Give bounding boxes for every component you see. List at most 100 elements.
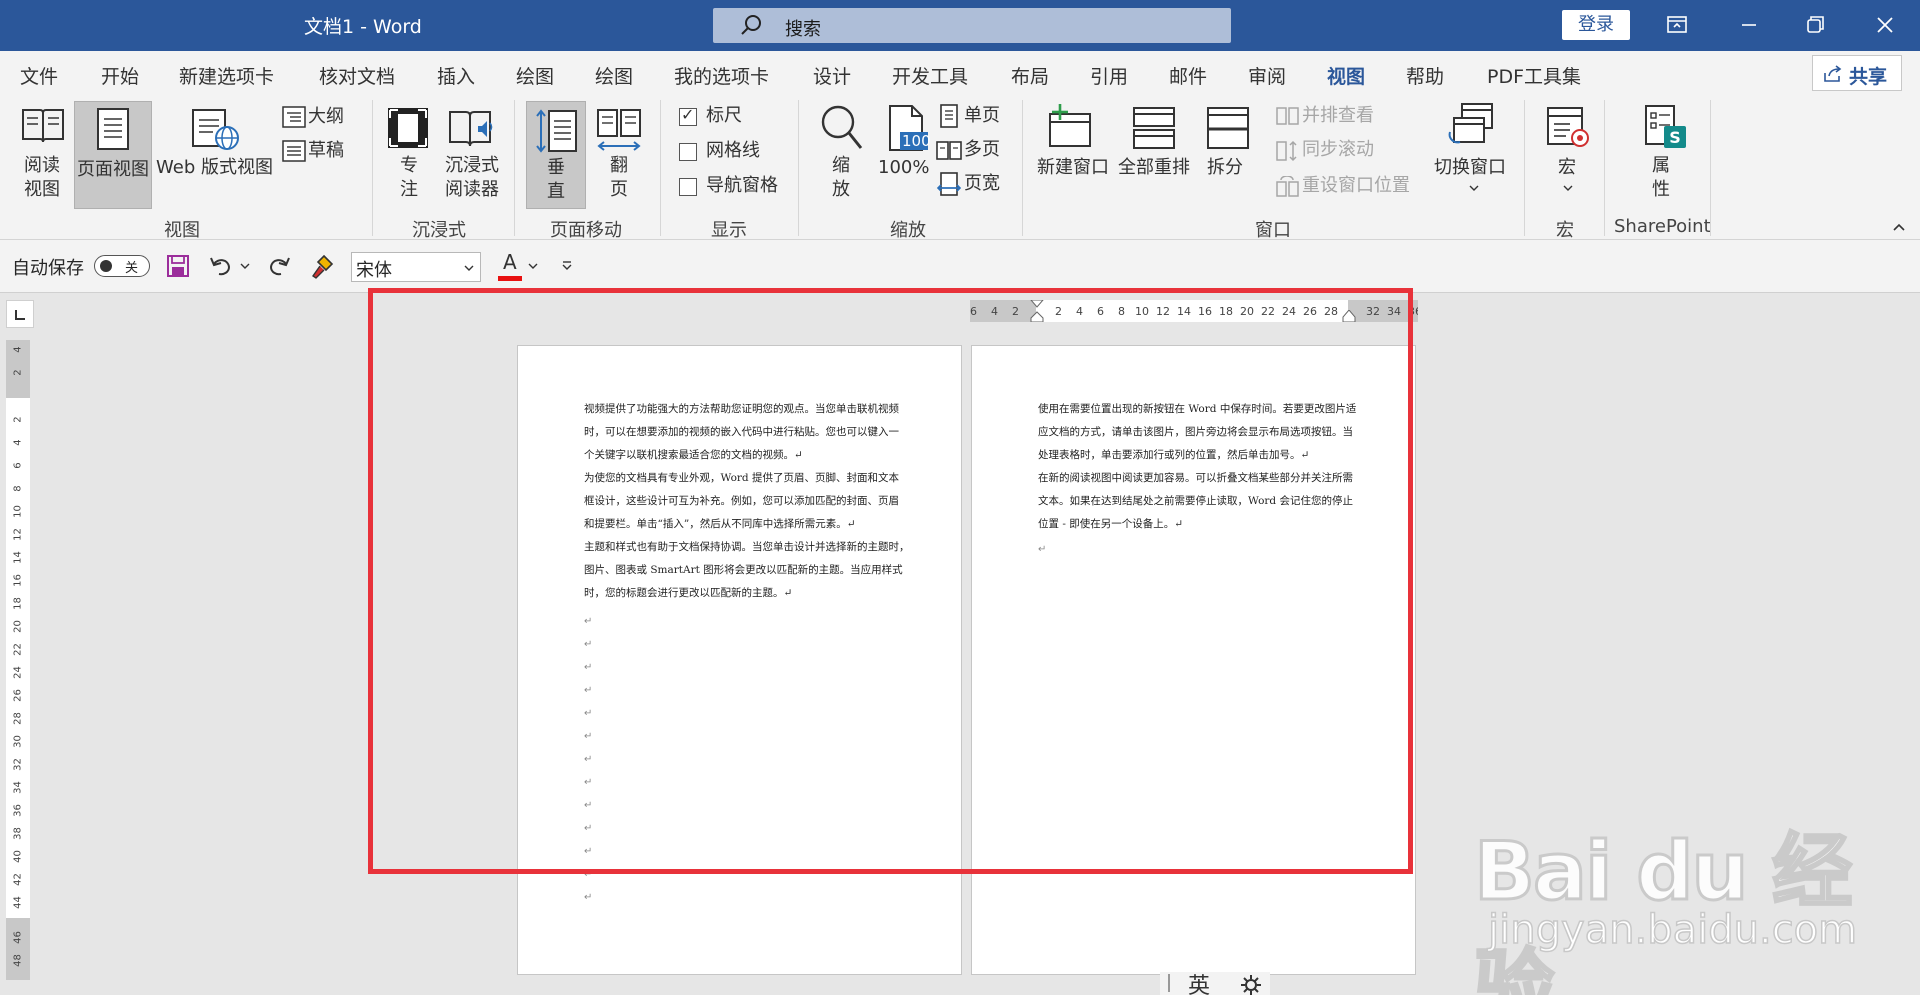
chevron-down-icon xyxy=(464,265,474,271)
reset-window-position-icon xyxy=(1276,176,1299,197)
ime-grip xyxy=(1168,974,1170,992)
arrange-all-icon xyxy=(1133,107,1175,149)
tab-file[interactable]: 文件 xyxy=(20,62,58,89)
group-label-zoom: 缩放 xyxy=(890,220,926,241)
ruler-tick: 18 xyxy=(12,597,24,610)
arrange-all-label: 全部重排 xyxy=(1118,157,1190,178)
tab-view[interactable]: 视图 xyxy=(1327,62,1366,98)
draft-label: 草稿 xyxy=(308,140,344,161)
vertical-scroll-icon xyxy=(536,109,577,153)
toggle-knob xyxy=(100,260,112,272)
ruler-tick: 42 xyxy=(12,873,24,886)
share-icon xyxy=(1824,65,1842,82)
undo-icon[interactable] xyxy=(208,254,234,278)
print-layout-label: 页面视图 xyxy=(77,159,149,180)
ruler-tick: 14 xyxy=(12,551,24,564)
tab-my-tab[interactable]: 我的选项卡 xyxy=(674,62,769,89)
ruler-tick: 48 xyxy=(12,954,24,967)
macros-icon xyxy=(1547,107,1589,147)
chevron-down-icon xyxy=(1563,185,1573,191)
tab-layout[interactable]: 布局 xyxy=(1011,62,1049,89)
ruler-tick: 38 xyxy=(12,827,24,840)
immersive-reader-icon xyxy=(449,111,493,147)
tab-mailings[interactable]: 邮件 xyxy=(1169,62,1207,89)
format-painter-icon[interactable] xyxy=(310,252,336,280)
ruler-label: 标尺 xyxy=(706,105,742,126)
tab-review-doc[interactable]: 核对文档 xyxy=(319,62,395,89)
properties-icon: S xyxy=(1645,105,1686,148)
restore-icon[interactable] xyxy=(1800,10,1830,40)
immersive-reader-label-1: 沉浸式 xyxy=(445,155,499,176)
search-box[interactable]: 搜索 xyxy=(713,8,1231,43)
focus-label-1: 专 xyxy=(400,155,418,176)
side-label-1: 翻 xyxy=(610,155,628,176)
ribbon: 阅读 视图 页面视图 Web 版式视图 大纲 草稿 视图 专 注 沉浸式 阅读器… xyxy=(0,94,1920,241)
window-title: 文档1 - Word xyxy=(304,16,422,38)
vertical-page-movement-button[interactable]: 垂 直 xyxy=(526,101,586,209)
ruler-tick: 6 xyxy=(12,462,24,469)
group-label-sharepoint: SharePoint xyxy=(1614,216,1711,237)
save-icon[interactable] xyxy=(166,254,190,278)
page-width-label: 页宽 xyxy=(964,173,1000,194)
gridlines-checkbox[interactable] xyxy=(679,143,697,161)
search-placeholder: 搜索 xyxy=(785,19,821,40)
print-layout-button[interactable]: 页面视图 xyxy=(74,101,152,209)
tab-references[interactable]: 引用 xyxy=(1090,62,1128,89)
new-window-icon xyxy=(1049,104,1091,147)
nav-pane-checkbox[interactable] xyxy=(679,178,697,196)
ribbon-display-icon[interactable] xyxy=(1662,10,1692,40)
tab-draw[interactable]: 绘图 xyxy=(516,62,554,89)
new-window-label: 新建窗口 xyxy=(1037,157,1109,178)
multiple-pages-icon xyxy=(936,141,962,160)
tab-review[interactable]: 审阅 xyxy=(1248,62,1286,89)
ruler-tick: 2 xyxy=(12,416,24,423)
outline-label: 大纲 xyxy=(308,106,344,127)
ruler-tick: 12 xyxy=(12,528,24,541)
font-color-bar xyxy=(498,276,522,281)
collapse-ribbon-icon[interactable] xyxy=(1892,222,1906,232)
side-by-side-icon xyxy=(1276,107,1299,125)
tab-home[interactable]: 开始 xyxy=(101,62,139,89)
menu-bar: 文件 开始 新建选项卡 核对文档 插入 绘图 绘图 我的选项卡 设计 开发工具 … xyxy=(0,51,1920,98)
quick-access-toolbar: 自动保存 关 宋体 A xyxy=(0,240,1920,293)
undo-dropdown-icon[interactable] xyxy=(240,262,250,270)
macros-label: 宏 xyxy=(1558,157,1576,178)
font-name-select[interactable]: 宋体 xyxy=(351,252,481,282)
customize-toolbar-icon[interactable] xyxy=(560,260,574,272)
tab-new-tab[interactable]: 新建选项卡 xyxy=(179,62,274,89)
ruler-tick: 26 xyxy=(12,689,24,702)
tab-pdf-tools[interactable]: PDF工具集 xyxy=(1487,62,1581,89)
group-label-view: 视图 xyxy=(164,220,200,241)
group-separator xyxy=(1524,100,1525,236)
page-width-icon xyxy=(936,172,962,196)
font-name-value: 宋体 xyxy=(356,260,392,281)
watermark-brand: Bai du 经验 xyxy=(1473,824,1854,995)
ruler-tick: 22 xyxy=(12,643,24,656)
close-icon[interactable] xyxy=(1870,10,1900,40)
sync-scroll-icon xyxy=(1276,140,1297,162)
read-mode-icon xyxy=(22,109,64,143)
login-button[interactable]: 登录 xyxy=(1562,10,1630,40)
minimize-icon[interactable] xyxy=(1734,10,1764,40)
ime-language[interactable]: 英 xyxy=(1188,968,1210,995)
ruler-tick: 40 xyxy=(12,850,24,863)
tab-help[interactable]: 帮助 xyxy=(1406,62,1444,89)
tab-developer[interactable]: 开发工具 xyxy=(892,62,968,89)
gear-icon[interactable] xyxy=(1240,974,1262,995)
ruler-tick: 4 xyxy=(12,346,24,353)
tab-design[interactable]: 设计 xyxy=(813,62,851,89)
ruler-tick: 34 xyxy=(12,781,24,794)
one-page-label: 单页 xyxy=(964,105,1000,126)
share-button[interactable]: 共享 xyxy=(1812,55,1902,91)
zoom-label-1: 缩 xyxy=(832,155,850,176)
vertical-ruler[interactable]: 4 2 2 4 6 8 10 12 14 16 18 20 22 24 26 2… xyxy=(6,340,30,980)
tab-insert[interactable]: 插入 xyxy=(437,62,475,89)
ruler-checkbox[interactable] xyxy=(679,105,697,126)
group-label-page-movement: 页面移动 xyxy=(550,220,622,241)
tab-draw-2[interactable]: 绘图 xyxy=(595,62,633,89)
redo-icon[interactable] xyxy=(266,254,292,278)
properties-label-2: 性 xyxy=(1652,179,1670,200)
autosave-toggle[interactable]: 关 xyxy=(94,255,150,277)
tab-selector[interactable] xyxy=(6,300,34,328)
zoom-100-label: 100% xyxy=(878,157,930,178)
